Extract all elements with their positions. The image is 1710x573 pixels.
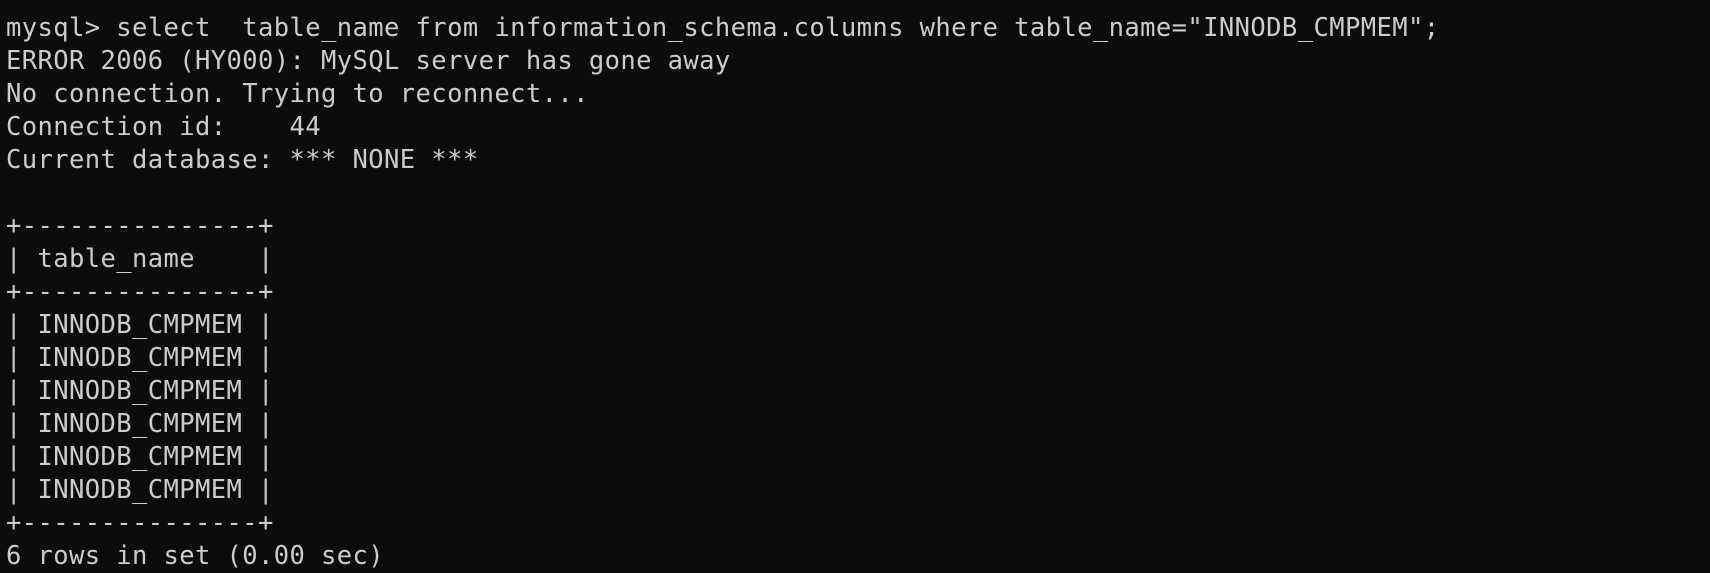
connection-id-line: Connection id: 44 [6,112,322,142]
table-row: | INNODB_CMPMEM | [6,475,274,505]
table-row: | INNODB_CMPMEM | [6,376,274,406]
table-header: | table_name | [6,244,274,274]
error-message: ERROR 2006 (HY000): MySQL server has gon… [6,46,731,76]
table-border-middle: +---------------+ [6,277,274,307]
current-database-line: Current database: *** NONE *** [6,145,479,175]
table-row: | INNODB_CMPMEM | [6,343,274,373]
table-border-top: +---------------+ [6,211,274,241]
reconnect-message: No connection. Trying to reconnect... [6,79,589,109]
table-row: | INNODB_CMPMEM | [6,409,274,439]
terminal-window[interactable]: mysql> select table_name from informatio… [0,0,1710,572]
command-line: mysql> select table_name from informatio… [6,13,1440,43]
result-summary: 6 rows in set (0.00 sec) [6,541,385,571]
table-row: | INNODB_CMPMEM | [6,310,274,340]
table-row: | INNODB_CMPMEM | [6,442,274,472]
table-border-bottom: +---------------+ [6,508,274,538]
